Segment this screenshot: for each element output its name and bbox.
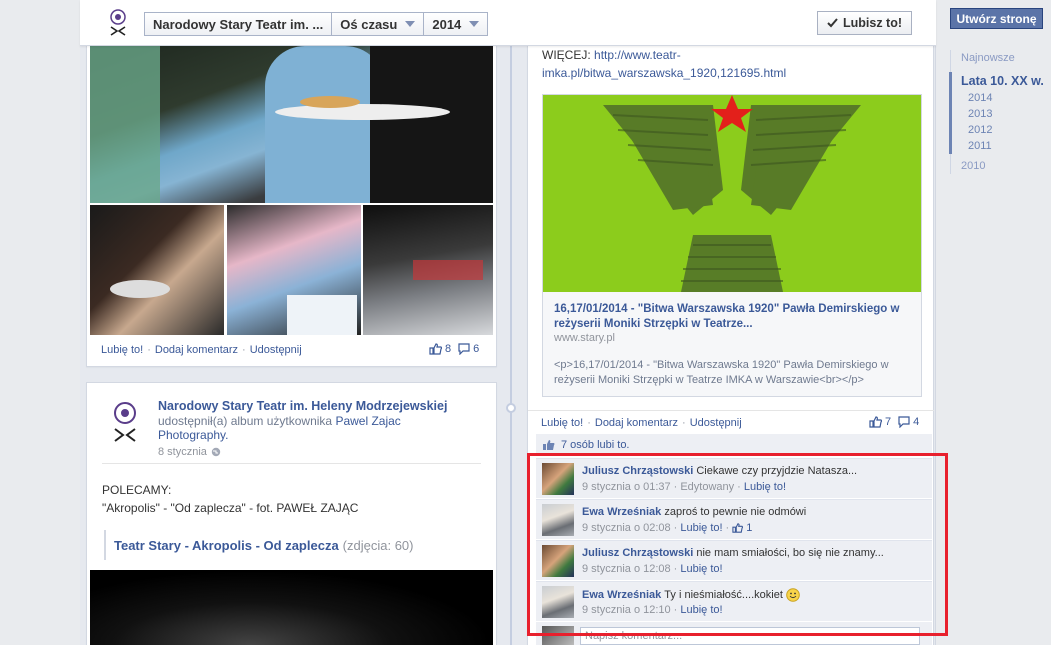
year-navigation: Najnowsze Lata 10. XX w. 2014 2013 2012 … bbox=[949, 50, 1050, 174]
page-header-bar: Narodowy Stary Teatr im. ... Oś czasu 20… bbox=[80, 0, 936, 46]
create-page-button[interactable]: Utwórz stronę bbox=[950, 8, 1043, 29]
comment-count: 4 bbox=[913, 416, 920, 428]
post-photo-thumb[interactable] bbox=[227, 205, 361, 335]
chevron-down-icon bbox=[405, 21, 416, 27]
comment-bubble-icon bbox=[898, 416, 910, 428]
timeline-selectors: Narodowy Stary Teatr im. ... Oś czasu 20… bbox=[144, 12, 489, 36]
divider bbox=[102, 463, 481, 464]
link-description: <p>16,17/01/2014 - "Bitwa Warszawska 192… bbox=[554, 359, 889, 386]
post-date-line: 8 stycznia bbox=[158, 445, 221, 459]
share-link[interactable]: Udostępnij bbox=[690, 417, 742, 429]
year-item-2013[interactable]: 2013 bbox=[949, 106, 1050, 122]
like-count: 7 bbox=[885, 416, 892, 428]
album-cover-photo[interactable] bbox=[90, 570, 493, 645]
shared-album-line: udostępnił(a) album użytkownika Pawel Za… bbox=[158, 414, 401, 442]
like-page-button[interactable]: Lubisz to! bbox=[817, 11, 913, 35]
post-photo-thumb[interactable] bbox=[363, 205, 493, 335]
album-attachment: Teatr Stary - Akropolis - Od zaplecza (z… bbox=[104, 530, 413, 560]
like-link[interactable]: Lubię to! bbox=[101, 344, 143, 356]
post-body: POLECAMY: "Akropolis" - "Od zaplecza" - … bbox=[102, 483, 359, 515]
album-title-link[interactable]: Teatr Stary - Akropolis - Od zaplecza bbox=[114, 538, 339, 553]
comment-bubble-icon bbox=[458, 343, 470, 355]
year-item-2010[interactable]: 2010 bbox=[951, 158, 1050, 174]
comment-link[interactable]: Dodaj komentarz bbox=[155, 344, 238, 356]
link-title[interactable]: 16,17/01/2014 - "Bitwa Warszawska 1920" … bbox=[554, 302, 914, 332]
globe-icon bbox=[211, 447, 221, 457]
post-more-text: WIĘCEJ: http://www.teatr-imka.pl/bitwa_w… bbox=[542, 48, 787, 80]
year-item-2012[interactable]: 2012 bbox=[949, 122, 1050, 138]
post-date[interactable]: 8 stycznia bbox=[158, 445, 207, 459]
checkmark-icon bbox=[827, 18, 838, 28]
like-count: 8 bbox=[445, 343, 452, 355]
thumbs-up-icon bbox=[869, 416, 882, 428]
thumbs-up-icon bbox=[543, 440, 555, 450]
year-item-decade[interactable]: Lata 10. XX w. bbox=[949, 72, 1050, 90]
post-main-photo[interactable] bbox=[90, 46, 493, 203]
divider bbox=[528, 410, 934, 411]
timeline-spine bbox=[510, 40, 512, 645]
post-actions: Lubię to! · Dodaj komentarz · Udostępnij bbox=[101, 344, 302, 356]
timeline-dot bbox=[506, 403, 516, 413]
like-link[interactable]: Lubię to! bbox=[541, 417, 583, 429]
view-selector[interactable]: Oś czasu bbox=[332, 13, 425, 35]
year-selector[interactable]: 2014 bbox=[424, 13, 487, 35]
thumbs-up-icon bbox=[429, 343, 442, 355]
chevron-down-icon bbox=[469, 21, 480, 27]
post-counts[interactable]: 8 6 bbox=[429, 343, 479, 355]
page-name-selector[interactable]: Narodowy Stary Teatr im. ... bbox=[145, 13, 333, 35]
likes-summary-link[interactable]: 7 osób lubi to. bbox=[561, 439, 630, 451]
highlight-box bbox=[527, 453, 948, 636]
share-link[interactable]: Udostępnij bbox=[250, 344, 302, 356]
post-photo-thumb[interactable] bbox=[90, 205, 224, 335]
year-item-2014[interactable]: 2014 bbox=[949, 90, 1050, 106]
year-item-2011[interactable]: 2011 bbox=[949, 138, 1050, 154]
link-preview-image[interactable] bbox=[543, 95, 921, 292]
comment-count: 6 bbox=[473, 343, 480, 355]
year-item-newest[interactable]: Najnowsze bbox=[951, 50, 1050, 66]
post-actions: Lubię to! · Dodaj komentarz · Udostępnij bbox=[541, 417, 742, 429]
link-domain: www.stary.pl bbox=[554, 332, 615, 344]
poster-name[interactable]: Narodowy Stary Teatr im. Heleny Modrzeje… bbox=[158, 399, 447, 413]
comment-link[interactable]: Dodaj komentarz bbox=[595, 417, 678, 429]
theatre-logo-icon[interactable] bbox=[106, 9, 130, 37]
post-counts[interactable]: 7 4 bbox=[869, 416, 919, 428]
poster-avatar[interactable] bbox=[108, 400, 142, 444]
